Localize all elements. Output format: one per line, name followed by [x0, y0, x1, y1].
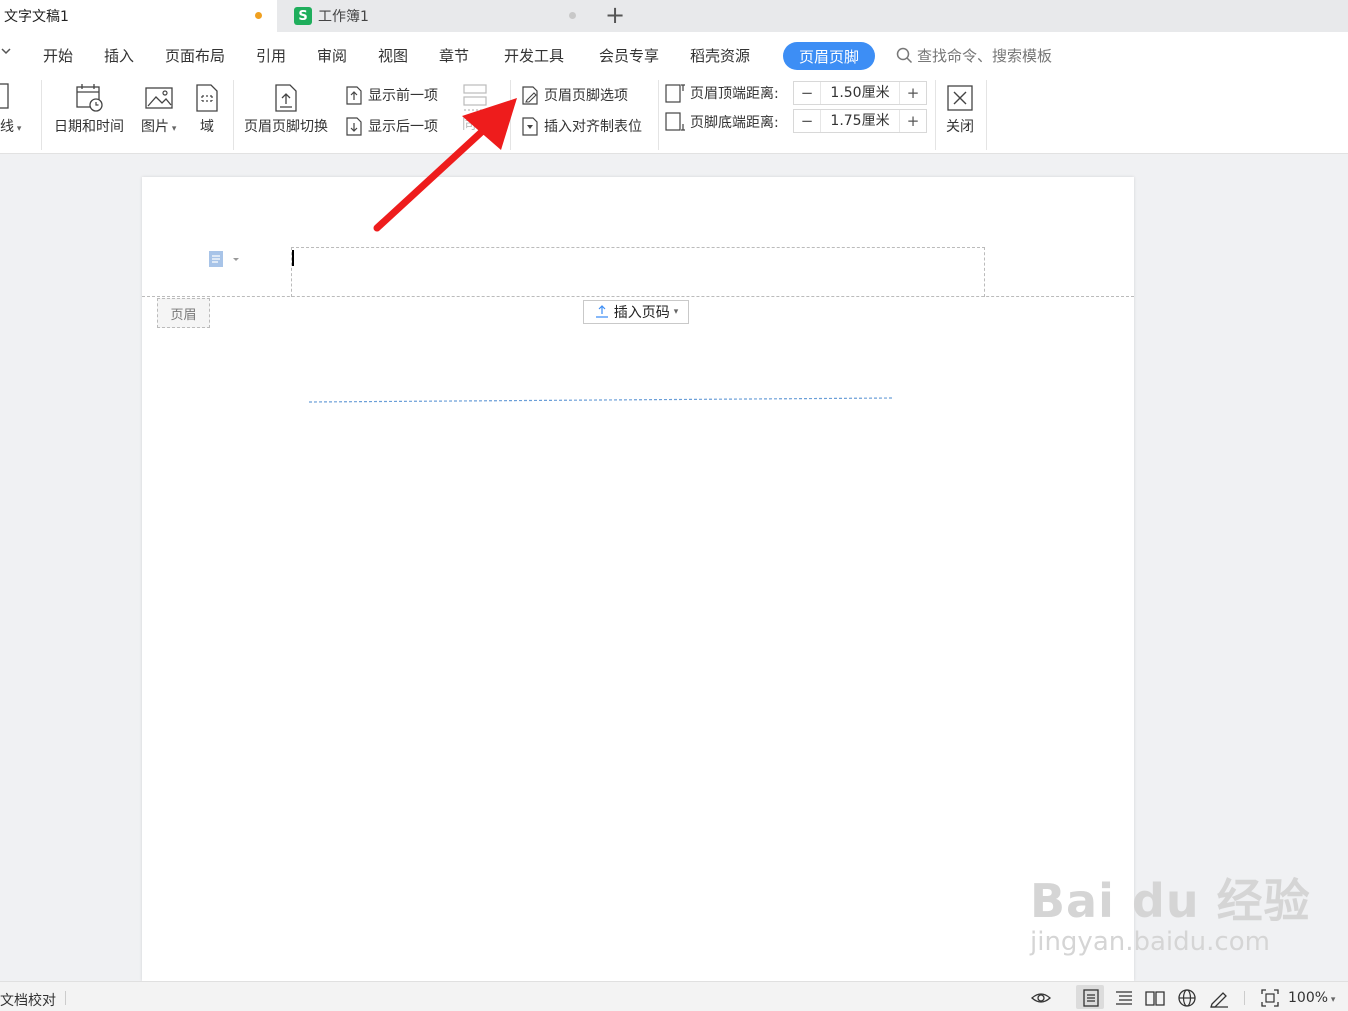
baidu-jingyan-watermark: Bai du 经验 jingyan.baidu.com [1030, 865, 1311, 957]
decrease-footer-distance-button[interactable]: − [794, 112, 820, 130]
field-button[interactable]: 域 [193, 82, 221, 136]
footer-bottom-distance-stepper[interactable]: − 1.75厘米 + [793, 109, 927, 133]
text-margin-guide [308, 397, 895, 403]
menu-references[interactable]: 引用 [256, 45, 286, 66]
decrease-header-distance-button[interactable]: − [794, 84, 820, 102]
align-tab-icon [522, 117, 538, 136]
document-page[interactable]: 页眉 插入页码 ▾ [142, 177, 1134, 981]
new-tab-plus-icon[interactable]: + [605, 2, 625, 28]
search-placeholder: 查找命令、搜索模板 [917, 47, 1053, 65]
close-icon [947, 85, 973, 111]
web-view-globe-icon[interactable] [1176, 988, 1198, 1008]
close-header-footer-button[interactable]: 关闭 [945, 82, 975, 136]
menu-docer[interactable]: 稻壳资源 [690, 45, 750, 66]
fit-page-icon[interactable] [1260, 988, 1280, 1008]
tab-dot-icon [569, 12, 576, 19]
page-edit-icon [522, 86, 538, 105]
search-icon [896, 47, 913, 64]
text-cursor [292, 250, 294, 266]
tab-bar: 文字文稿1 S 工作簿1 + [0, 0, 1348, 32]
footer-distance-icon [665, 112, 685, 131]
insert-align-tab-button[interactable]: 插入对齐制表位 [520, 115, 642, 137]
command-search[interactable]: 查找命令、搜索模板 [896, 45, 1052, 66]
picture-label: 图片 [141, 119, 169, 135]
menu-review[interactable]: 审阅 [317, 45, 347, 66]
header-top-distance-value[interactable]: 1.50厘米 [820, 82, 900, 104]
watermark-url: jingyan.baidu.com [1030, 927, 1270, 957]
zoom-value: 100% [1288, 990, 1329, 1006]
unsaved-dot-icon [255, 12, 262, 19]
menu-insert[interactable]: 插入 [104, 45, 134, 66]
menu-view[interactable]: 视图 [378, 45, 408, 66]
menu-header-footer[interactable]: 页眉页脚 [783, 42, 875, 70]
chevron-down-icon: ▾ [673, 307, 679, 317]
header-footer-options-button[interactable]: 页眉页脚选项 [520, 84, 628, 106]
show-previous-button[interactable]: 显示前一项 [344, 84, 438, 106]
write-mode-pen-icon[interactable] [1208, 988, 1230, 1008]
field-icon [196, 84, 218, 112]
show-next-label: 显示后一项 [368, 119, 438, 135]
tab-document[interactable]: 文字文稿1 [0, 0, 277, 32]
footer-bottom-distance-value[interactable]: 1.75厘米 [820, 110, 900, 132]
same-as-previous-label: 同 [462, 117, 476, 133]
same-as-previous-button: 同 [462, 82, 488, 134]
header-footer-options-label: 页眉页脚选项 [544, 88, 628, 104]
footer-bottom-distance-label: 页脚底端距离: [690, 115, 779, 131]
switch-page-icon [275, 84, 297, 112]
header-boundary-line [142, 296, 1134, 297]
header-footer-switch-button[interactable]: 页眉页脚切换 [244, 82, 328, 136]
show-next-button[interactable]: 显示后一项 [344, 115, 438, 137]
footer-bottom-distance-label-group: 页脚底端距离: [664, 111, 779, 133]
menu-home[interactable]: 开始 [43, 45, 73, 66]
picture-button[interactable]: 图片 ▾ [141, 82, 176, 136]
tab-workbook-title: 工作簿1 [318, 9, 369, 25]
insert-page-number-button[interactable]: 插入页码 ▾ [583, 300, 689, 324]
status-bar: 文档校对 100% ▾ [0, 981, 1348, 1011]
partial-line-label: 线 [0, 119, 14, 135]
increase-header-distance-button[interactable]: + [900, 84, 926, 102]
header-top-distance-stepper[interactable]: − 1.50厘米 + [793, 81, 927, 105]
partial-document-icon [0, 83, 9, 109]
header-footer-switch-label: 页眉页脚切换 [244, 119, 328, 135]
insert-align-tab-label: 插入对齐制表位 [544, 119, 642, 135]
show-previous-label: 显示前一项 [368, 88, 438, 104]
page-number-icon [595, 305, 608, 318]
eye-protection-icon[interactable] [1030, 988, 1052, 1008]
menu-member[interactable]: 会员专享 [599, 45, 659, 66]
menu-collapse-chevron-icon[interactable] [0, 43, 12, 61]
header-distance-icon [665, 84, 685, 103]
menu-developer[interactable]: 开发工具 [504, 45, 564, 66]
next-page-icon [346, 117, 362, 136]
date-time-label: 日期和时间 [54, 119, 124, 135]
header-template-icon [209, 251, 239, 267]
page-view-icon [1083, 989, 1099, 1007]
header-edit-area[interactable] [291, 247, 985, 297]
calendar-clock-icon [76, 84, 103, 112]
outline-view-icon[interactable] [1114, 988, 1134, 1008]
close-label: 关闭 [946, 119, 974, 135]
header-top-distance-label: 页眉顶端距离: [690, 86, 779, 102]
watermark-brand: Bai du 经验 [1030, 874, 1311, 928]
zoom-level[interactable]: 100% ▾ [1288, 990, 1335, 1006]
previous-page-icon [346, 86, 362, 105]
insert-page-number-label: 插入页码 [613, 305, 670, 321]
tab-document-title: 文字文稿1 [4, 9, 69, 25]
spreadsheet-icon: S [294, 7, 312, 25]
picture-icon [145, 87, 173, 109]
tab-workbook[interactable]: S 工作簿1 [280, 0, 593, 32]
partial-line-button[interactable]: 线 ▾ [0, 82, 21, 136]
menu-bar: 开始 插入 页面布局 引用 审阅 视图 章节 开发工具 会员专享 稻壳资源 页眉… [0, 32, 1348, 76]
menu-section[interactable]: 章节 [439, 45, 469, 66]
header-top-distance-label-group: 页眉顶端距离: [664, 82, 779, 104]
reading-view-icon[interactable] [1144, 988, 1166, 1008]
field-label: 域 [200, 119, 214, 135]
increase-footer-distance-button[interactable]: + [900, 112, 926, 130]
menu-page-layout[interactable]: 页面布局 [165, 45, 225, 66]
ribbon-toolbar: 线 ▾ 日期和时间 图片 ▾ 域 页眉页脚切换 显示前一项 显示后一项 同 页眉… [0, 76, 1348, 154]
date-time-button[interactable]: 日期和时间 [54, 82, 124, 136]
header-style-dropdown[interactable] [208, 249, 244, 273]
proofread-button[interactable]: 文档校对 [0, 990, 56, 1010]
header-tag: 页眉 [157, 298, 210, 328]
same-as-previous-icon [463, 84, 487, 111]
